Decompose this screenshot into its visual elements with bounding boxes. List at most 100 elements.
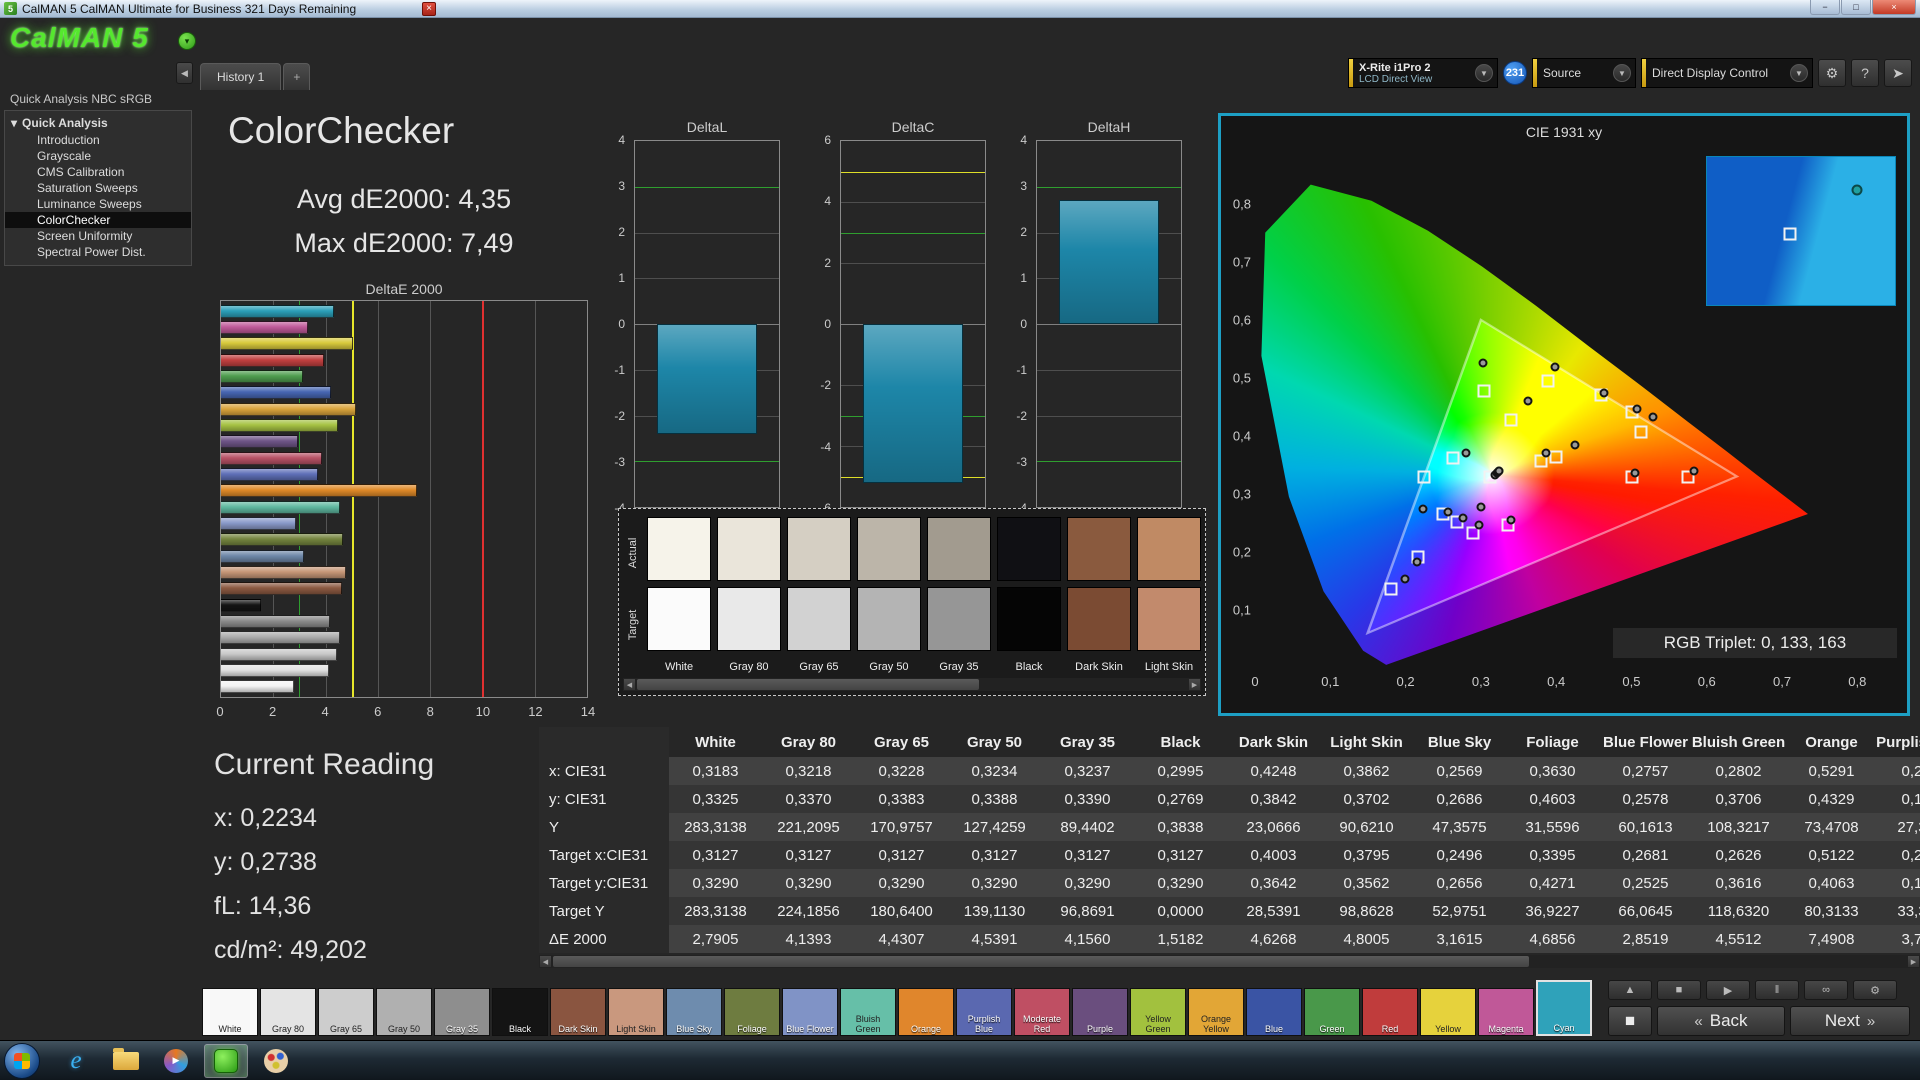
results-cell: 0,3842 xyxy=(1250,790,1297,808)
sidebar-root-quick-analysis[interactable]: ▾ Quick Analysis xyxy=(5,114,191,132)
meter-dropdown[interactable]: X-Rite i1Pro 2 LCD Direct View ▼ xyxy=(1348,58,1498,88)
strip-swatch-purplish-blue[interactable]: Purplish Blue xyxy=(956,988,1012,1036)
strip-swatch-gray-80[interactable]: Gray 80 xyxy=(260,988,316,1036)
tab-add-button[interactable]: + xyxy=(283,63,311,90)
swatch-scrollbar[interactable]: ◀ ▶ xyxy=(623,678,1201,691)
table-scroll-track[interactable] xyxy=(552,955,1907,968)
sidebar-item-screen-uniformity[interactable]: Screen Uniformity xyxy=(5,228,191,244)
transport-button-2[interactable]: ▶ xyxy=(1706,980,1750,1000)
strip-swatch-orange-yellow[interactable]: Orange Yellow xyxy=(1188,988,1244,1036)
meter-count-badge[interactable]: 231 xyxy=(1503,61,1527,85)
strip-swatch-magenta[interactable]: Magenta xyxy=(1478,988,1534,1036)
sidebar-item-grayscale[interactable]: Grayscale xyxy=(5,148,191,164)
swatch-scroll-track[interactable] xyxy=(636,678,1188,691)
maximize-button[interactable]: □ xyxy=(1841,0,1871,15)
next-button[interactable]: Next » xyxy=(1790,1006,1910,1036)
sidebar-item-spectral-power-dist[interactable]: Spectral Power Dist. xyxy=(5,244,191,260)
table-scroll-left-icon[interactable]: ◀ xyxy=(539,955,552,968)
strip-swatch-blue-sky[interactable]: Blue Sky xyxy=(666,988,722,1036)
logo-dropdown-icon[interactable]: ▾ xyxy=(178,32,196,50)
strip-swatch-foliage[interactable]: Foliage xyxy=(724,988,780,1036)
strip-swatch-blue-flower[interactable]: Blue Flower xyxy=(782,988,838,1036)
results-header-light-skin: Light Skin xyxy=(1330,733,1403,751)
transport-button-5[interactable]: ⚙ xyxy=(1853,980,1897,1000)
start-button[interactable] xyxy=(4,1042,40,1079)
help-button[interactable]: ? xyxy=(1851,59,1879,87)
table-scroll-thumb[interactable] xyxy=(553,956,1529,967)
strip-swatch-bluish-green[interactable]: Bluish Green xyxy=(840,988,896,1036)
tree-expand-icon: ▾ xyxy=(11,116,18,130)
cie-target-marker xyxy=(1549,450,1563,464)
meter-mode: LCD Direct View xyxy=(1359,73,1433,85)
scroll-left-icon[interactable]: ◀ xyxy=(623,678,636,691)
sidebar-item-cms-calibration[interactable]: CMS Calibration xyxy=(5,164,191,180)
strip-swatch-yellow-green[interactable]: Yellow Green xyxy=(1130,988,1186,1036)
strip-swatch-dark-skin[interactable]: Dark Skin xyxy=(550,988,606,1036)
strip-swatch-blue[interactable]: Blue xyxy=(1246,988,1302,1036)
deltae-xtick-label: 4 xyxy=(321,704,329,719)
tab-history-1[interactable]: History 1 xyxy=(200,63,282,90)
transport-button-4[interactable]: ∞ xyxy=(1804,980,1848,1000)
strip-swatch-label: Orange xyxy=(910,1023,942,1034)
deltah-gridline xyxy=(1037,369,1181,371)
source-dropdown-arrow-icon[interactable]: ▼ xyxy=(1613,64,1631,82)
strip-swatch-label: Cyan xyxy=(1553,1022,1575,1033)
close-button[interactable]: × xyxy=(1872,0,1916,15)
strip-swatch-purple[interactable]: Purple xyxy=(1072,988,1128,1036)
taskbar-media-player[interactable]: ▶ xyxy=(154,1044,198,1078)
sidebar-tree-items: Introduction Grayscale CMS Calibration Satu… xyxy=(5,132,191,260)
source-dropdown[interactable]: Source ▼ xyxy=(1532,58,1636,88)
sidebar-item-colorchecker[interactable]: ColorChecker xyxy=(5,212,191,228)
deltae-bar-black xyxy=(221,598,261,612)
strip-swatch-green[interactable]: Green xyxy=(1304,988,1360,1036)
strip-swatch-white[interactable]: White xyxy=(202,988,258,1036)
minimize-button[interactable]: − xyxy=(1810,0,1840,15)
display-control-dropdown-arrow-icon[interactable]: ▼ xyxy=(1790,64,1808,82)
back-button[interactable]: « Back xyxy=(1657,1006,1785,1036)
strip-swatch-moderate-red[interactable]: Moderate Red xyxy=(1014,988,1070,1036)
transport-button-3[interactable]: ‖ xyxy=(1755,980,1799,1000)
next-chevron-icon: » xyxy=(1866,1012,1876,1030)
strip-swatch-label: Gray 65 xyxy=(329,1023,362,1034)
taskbar-paint[interactable] xyxy=(254,1044,298,1078)
sidebar-item-introduction[interactable]: Introduction xyxy=(5,132,191,148)
strip-swatch-red[interactable]: Red xyxy=(1362,988,1418,1036)
deltal-ytick-label: 4 xyxy=(618,133,625,147)
taskbar-calman[interactable] xyxy=(204,1043,248,1078)
taskbar-explorer[interactable] xyxy=(104,1044,148,1078)
strip-swatch-gray-35[interactable]: Gray 35 xyxy=(434,988,490,1036)
workspace-close-button[interactable]: × xyxy=(422,2,436,16)
table-scrollbar[interactable]: ◀ ▶ xyxy=(539,955,1920,968)
transport-button-1[interactable]: ■ xyxy=(1657,980,1701,1000)
strip-swatch-yellow[interactable]: Yellow xyxy=(1420,988,1476,1036)
navigation-buttons: ■ « Back Next » xyxy=(1608,1006,1910,1036)
swatch-scroll-thumb[interactable] xyxy=(637,679,980,690)
taskbar-icons: e ▶ xyxy=(54,1041,298,1080)
meter-dropdown-arrow-icon[interactable]: ▼ xyxy=(1475,64,1493,82)
strip-swatch-black[interactable]: Black xyxy=(492,988,548,1036)
meter-name: X-Rite i1Pro 2 xyxy=(1359,61,1431,74)
strip-swatch-cyan[interactable]: Cyan xyxy=(1536,980,1592,1036)
strip-swatch-gray-65[interactable]: Gray 65 xyxy=(318,988,374,1036)
calman-logo: CalMAN 5 xyxy=(10,22,149,53)
settings-button[interactable]: ⚙ xyxy=(1818,59,1846,87)
strip-swatch-light-skin[interactable]: Light Skin xyxy=(608,988,664,1036)
stop-button[interactable]: ■ xyxy=(1608,1006,1652,1036)
scroll-right-icon[interactable]: ▶ xyxy=(1188,678,1201,691)
tree-root-label: Quick Analysis xyxy=(22,116,108,130)
results-cell: 2,7905 xyxy=(692,930,739,948)
cie-measured-marker xyxy=(1458,513,1468,523)
table-scroll-right-icon[interactable]: ▶ xyxy=(1907,955,1920,968)
strip-swatch-gray-50[interactable]: Gray 50 xyxy=(376,988,432,1036)
window-title: CalMAN 5 CalMAN Ultimate for Business 32… xyxy=(22,1,357,16)
advance-button[interactable]: ➤ xyxy=(1884,59,1912,87)
sidebar-item-saturation-sweeps[interactable]: Saturation Sweeps xyxy=(5,180,191,196)
sidebar-item-luminance-sweeps[interactable]: Luminance Sweeps xyxy=(5,196,191,212)
display-control-dropdown[interactable]: Direct Display Control ▼ xyxy=(1641,58,1813,88)
cie-y-tick-label: 0,7 xyxy=(1232,254,1251,270)
transport-button-0[interactable]: ▲ xyxy=(1608,980,1652,1000)
taskbar-internet-explorer[interactable]: e xyxy=(54,1044,98,1078)
sidebar-collapse-button[interactable]: ◀ xyxy=(176,62,193,84)
results-cell: 108,3217 xyxy=(1707,818,1770,836)
strip-swatch-orange[interactable]: Orange xyxy=(898,988,954,1036)
